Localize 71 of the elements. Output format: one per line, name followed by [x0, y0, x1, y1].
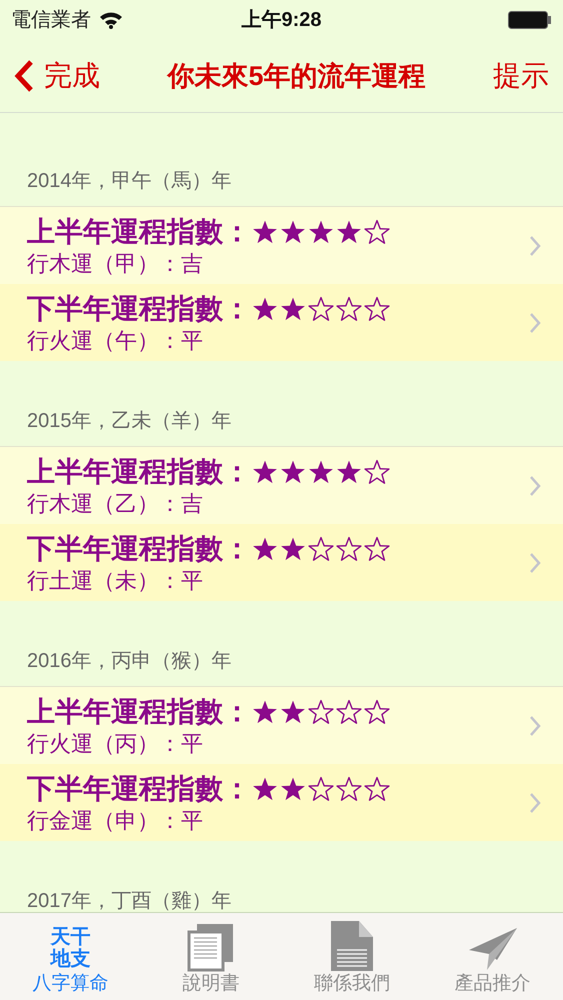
empty-star-icon: [336, 698, 362, 724]
battery-icon: [508, 11, 552, 29]
chevron-right-icon: [529, 312, 541, 334]
section-header: 2014年，甲午（馬）年: [27, 169, 232, 193]
filled-star-icon: [252, 458, 278, 484]
status-time: 上午9:28: [241, 8, 322, 33]
fortune-detail: 行金運（申）：平: [27, 806, 204, 834]
filled-star-icon: [336, 458, 362, 484]
section-header: 2015年，乙未（羊）年: [27, 409, 232, 433]
empty-star-icon: [336, 296, 362, 322]
chevron-right-icon: [529, 474, 541, 496]
carrier-name: 電信業者: [11, 8, 91, 33]
empty-star-icon: [308, 776, 334, 802]
empty-star-icon: [364, 698, 390, 724]
filled-star-icon: [280, 776, 306, 802]
wifi-icon: [99, 11, 123, 29]
fortune-row[interactable]: 上半年運程指數： 行木運（乙）：吉: [0, 447, 563, 524]
filled-star-icon: [280, 698, 306, 724]
filled-star-icon: [252, 776, 278, 802]
filled-star-icon: [252, 296, 278, 322]
fortune-row[interactable]: 下半年運程指數： 行土運（未）：平: [0, 524, 563, 601]
document-icon: [328, 920, 375, 972]
fortune-title: 下半年運程指數：: [27, 532, 251, 566]
fortune-detail: 行木運（甲）：吉: [27, 250, 204, 278]
empty-star-icon: [336, 536, 362, 562]
chevron-right-icon: [529, 792, 541, 814]
chevron-right-icon: [529, 552, 541, 574]
fortune-row[interactable]: 上半年運程指數： 行火運（丙）：平: [0, 687, 563, 764]
fortune-detail: 行火運（丙）：平: [27, 730, 204, 758]
fortune-detail: 行木運（乙）：吉: [27, 490, 204, 518]
fortune-title: 上半年運程指數：: [27, 694, 251, 728]
empty-star-icon: [364, 536, 390, 562]
filled-star-icon: [280, 536, 306, 562]
empty-star-icon: [364, 296, 390, 322]
empty-star-icon: [336, 776, 362, 802]
filled-star-icon: [252, 536, 278, 562]
filled-star-icon: [280, 296, 306, 322]
fortune-title: 下半年運程指數：: [27, 772, 251, 806]
filled-star-icon: [308, 458, 334, 484]
filled-star-icon: [280, 218, 306, 244]
tab-icon-text: 天干地支: [48, 926, 92, 972]
fortune-title: 上半年運程指數：: [27, 454, 251, 488]
fortune-row[interactable]: 下半年運程指數： 行金運（申）：平: [0, 764, 563, 841]
chevron-right-icon: [529, 234, 541, 256]
fortune-title: 下半年運程指數：: [27, 292, 251, 326]
tab-bar-item[interactable]: 天干地支 八字算命: [0, 913, 141, 1000]
filled-star-icon: [252, 218, 278, 244]
chevron-left-icon: [14, 59, 34, 93]
empty-star-icon: [364, 218, 390, 244]
back-button[interactable]: 完成: [14, 55, 100, 97]
paper-plane-icon: [466, 926, 519, 972]
fortune-title: 上半年運程指數：: [27, 214, 251, 248]
empty-star-icon: [364, 458, 390, 484]
empty-star-icon: [308, 296, 334, 322]
filled-star-icon: [252, 698, 278, 724]
section-header: 2016年，丙申（猴）年: [27, 649, 232, 673]
empty-star-icon: [364, 776, 390, 802]
chevron-right-icon: [529, 714, 541, 736]
fortune-detail: 行土運（未）：平: [27, 566, 204, 594]
pages-icon: [187, 922, 236, 972]
filled-star-icon: [280, 458, 306, 484]
nav-title: 你未來5年的流年運程: [167, 60, 426, 93]
fortune-row[interactable]: 上半年運程指數： 行木運（甲）：吉: [0, 207, 563, 284]
filled-star-icon: [336, 218, 362, 244]
hint-button[interactable]: 提示: [493, 55, 549, 97]
filled-star-icon: [308, 218, 334, 244]
fortune-detail: 行火運（午）：平: [27, 326, 204, 354]
fortune-row[interactable]: 下半年運程指數： 行火運（午）：平: [0, 284, 563, 361]
section-header: 2017年，丁酉（雞）年: [27, 889, 232, 912]
empty-star-icon: [308, 536, 334, 562]
empty-star-icon: [308, 698, 334, 724]
